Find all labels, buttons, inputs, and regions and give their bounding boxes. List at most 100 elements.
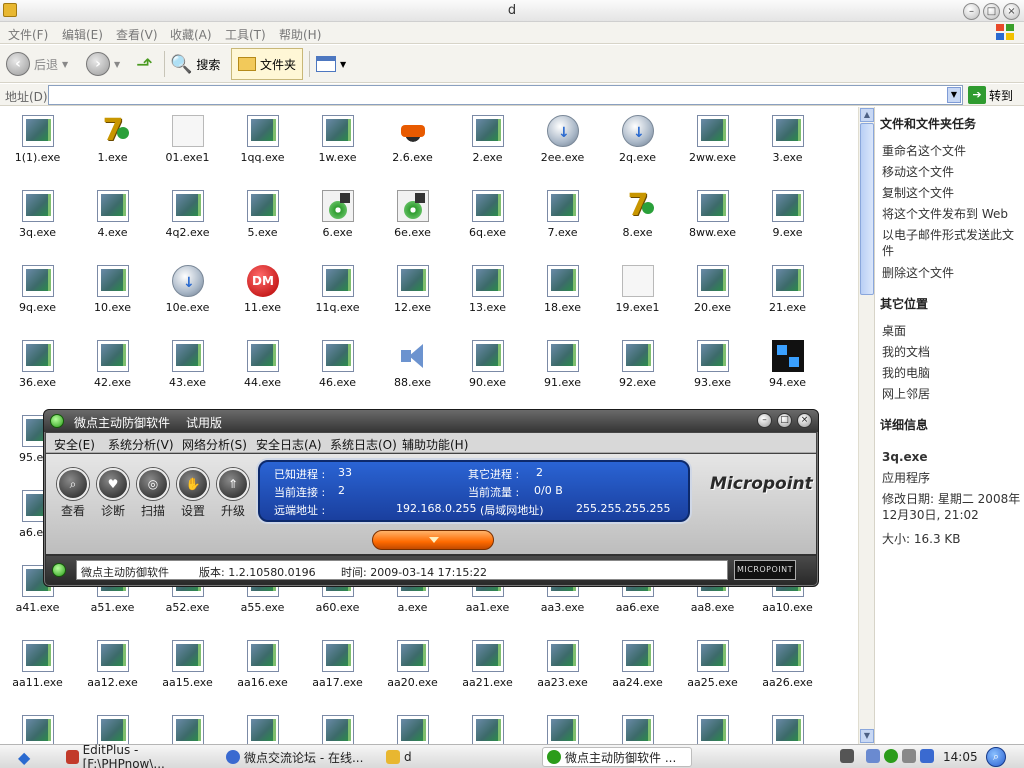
file-item[interactable]: 2.exe	[450, 109, 525, 169]
task-move[interactable]: 移动这个文件	[882, 164, 1022, 180]
forward-button[interactable]: › ▼	[86, 48, 120, 80]
task-folder-d[interactable]: d	[382, 747, 522, 767]
mp-menu-system-analysis[interactable]: 系统分析(V)	[108, 436, 174, 453]
file-item[interactable]: 3.exe	[750, 109, 825, 169]
minimize-button[interactable]: –	[963, 3, 980, 20]
file-item[interactable]: aa25.exe	[675, 634, 750, 694]
network-icon[interactable]	[866, 749, 880, 763]
file-item[interactable]: 21.exe	[750, 259, 825, 319]
file-item[interactable]: 8ww.exe	[675, 184, 750, 244]
task-delete[interactable]: 删除这个文件	[882, 265, 1022, 281]
file-item[interactable]: aa11.exe	[0, 634, 75, 694]
file-item[interactable]: 4.exe	[75, 184, 150, 244]
volume-icon[interactable]	[902, 749, 916, 763]
mp-menu-security[interactable]: 安全(E)	[54, 436, 95, 453]
file-item[interactable]: aa15.exe	[150, 634, 225, 694]
file-item[interactable]: 1(1).exe	[0, 109, 75, 169]
micropoint-tray-icon[interactable]	[884, 749, 898, 763]
file-item[interactable]: 92.exe	[600, 334, 675, 394]
back-button[interactable]: ‹ 后退 ▼	[6, 48, 68, 80]
file-item[interactable]: 19.exe1	[600, 259, 675, 319]
file-item[interactable]	[750, 709, 825, 744]
file-item[interactable]: 11q.exe	[300, 259, 375, 319]
menu-view[interactable]: 查看(V)	[116, 26, 158, 43]
file-item[interactable]: aa17.exe	[300, 634, 375, 694]
file-item[interactable]: 94.exe	[750, 334, 825, 394]
file-item[interactable]: 10.exe	[75, 259, 150, 319]
file-item[interactable]: 2ee.exe	[525, 109, 600, 169]
file-item[interactable]: 5.exe	[225, 184, 300, 244]
file-item[interactable]	[450, 709, 525, 744]
file-item[interactable]	[75, 709, 150, 744]
file-item[interactable]: 44.exe	[225, 334, 300, 394]
file-item[interactable]: 43.exe	[150, 334, 225, 394]
file-item[interactable]: 18.exe	[525, 259, 600, 319]
file-item[interactable]: DM 11.exe	[225, 259, 300, 319]
mp-menu-aux[interactable]: 辅助功能(H)	[402, 436, 468, 453]
search-icon[interactable]: ⌕	[986, 747, 1006, 767]
micropoint-badge[interactable]: MICROPOINT	[734, 560, 796, 580]
scroll-down-icon[interactable]: ▼	[860, 729, 874, 743]
file-item[interactable]: 20.exe	[675, 259, 750, 319]
micropoint-minimize-button[interactable]: –	[757, 413, 772, 428]
file-item[interactable]: aa16.exe	[225, 634, 300, 694]
file-item[interactable]: aa26.exe	[750, 634, 825, 694]
micropoint-expand-button[interactable]	[372, 530, 494, 550]
mp-tool-settings[interactable]: ✋ 设置	[176, 468, 210, 518]
file-item[interactable]	[150, 709, 225, 744]
task-rename[interactable]: 重命名这个文件	[882, 143, 1022, 159]
mp-menu-security-log[interactable]: 安全日志(A)	[256, 436, 322, 453]
file-item[interactable]: 13.exe	[450, 259, 525, 319]
file-item[interactable]	[675, 709, 750, 744]
maximize-button[interactable]: □	[983, 3, 1000, 20]
menu-file[interactable]: 文件(F)	[8, 26, 48, 43]
file-item[interactable]: 46.exe	[300, 334, 375, 394]
task-forum[interactable]: 微点交流论坛 - 在线...	[222, 747, 374, 767]
file-item[interactable]: 7 1.exe	[75, 109, 150, 169]
close-button[interactable]: ×	[1003, 3, 1020, 20]
file-item[interactable]: 42.exe	[75, 334, 150, 394]
micropoint-close-button[interactable]: ×	[797, 413, 812, 428]
file-item[interactable]: 7.exe	[525, 184, 600, 244]
menu-tools[interactable]: 工具(T)	[225, 26, 266, 43]
start-button[interactable]: ◆	[14, 747, 34, 767]
mp-tool-upgrade[interactable]: ⇑ 升级	[216, 468, 250, 518]
tray-app-icon[interactable]	[920, 749, 934, 763]
file-item[interactable]: 93.exe	[675, 334, 750, 394]
file-list-scrollbar[interactable]: ▲ ▼	[858, 107, 874, 744]
search-button[interactable]: 🔍 搜索	[170, 48, 220, 80]
file-item[interactable]: 4q2.exe	[150, 184, 225, 244]
task-copy[interactable]: 复制这个文件	[882, 185, 1022, 201]
file-item[interactable]: 9.exe	[750, 184, 825, 244]
task-micropoint[interactable]: 微点主动防御软件 ...	[542, 747, 692, 767]
file-item[interactable]: 6e.exe	[375, 184, 450, 244]
menu-edit[interactable]: 编辑(E)	[62, 26, 103, 43]
file-item[interactable]: 7 8.exe	[600, 184, 675, 244]
file-item[interactable]: 6.exe	[300, 184, 375, 244]
place-my-documents[interactable]: 我的文档	[882, 344, 1022, 360]
file-item[interactable]	[300, 709, 375, 744]
address-input[interactable]: ▼	[48, 85, 963, 105]
place-my-computer[interactable]: 我的电脑	[882, 365, 1022, 381]
file-item[interactable]: 10e.exe	[150, 259, 225, 319]
file-item[interactable]	[525, 709, 600, 744]
mp-tool-scan[interactable]: ◎ 扫描	[136, 468, 170, 518]
file-item[interactable]: 36.exe	[0, 334, 75, 394]
menu-help[interactable]: 帮助(H)	[279, 26, 321, 43]
scroll-up-icon[interactable]: ▲	[860, 108, 874, 122]
file-item[interactable]	[600, 709, 675, 744]
file-item[interactable]	[225, 709, 300, 744]
file-item[interactable]: 12.exe	[375, 259, 450, 319]
file-item[interactable]	[0, 709, 75, 744]
up-folder-button[interactable]: ⬏	[136, 48, 153, 80]
scroll-thumb[interactable]	[860, 123, 874, 295]
file-item[interactable]: 1qq.exe	[225, 109, 300, 169]
mp-menu-system-log[interactable]: 系统日志(O)	[330, 436, 397, 453]
task-editplus[interactable]: EditPlus - [F:\PHPnow\...	[62, 743, 214, 768]
address-dropdown-button[interactable]: ▼	[947, 87, 961, 103]
mp-tool-diagnose[interactable]: ♥ 诊断	[96, 468, 130, 518]
views-button[interactable]: ▼	[316, 48, 346, 80]
file-item[interactable]: 2q.exe	[600, 109, 675, 169]
file-item[interactable]: 2.6.exe	[375, 109, 450, 169]
go-button[interactable]: ➔ 转到	[968, 86, 1013, 104]
